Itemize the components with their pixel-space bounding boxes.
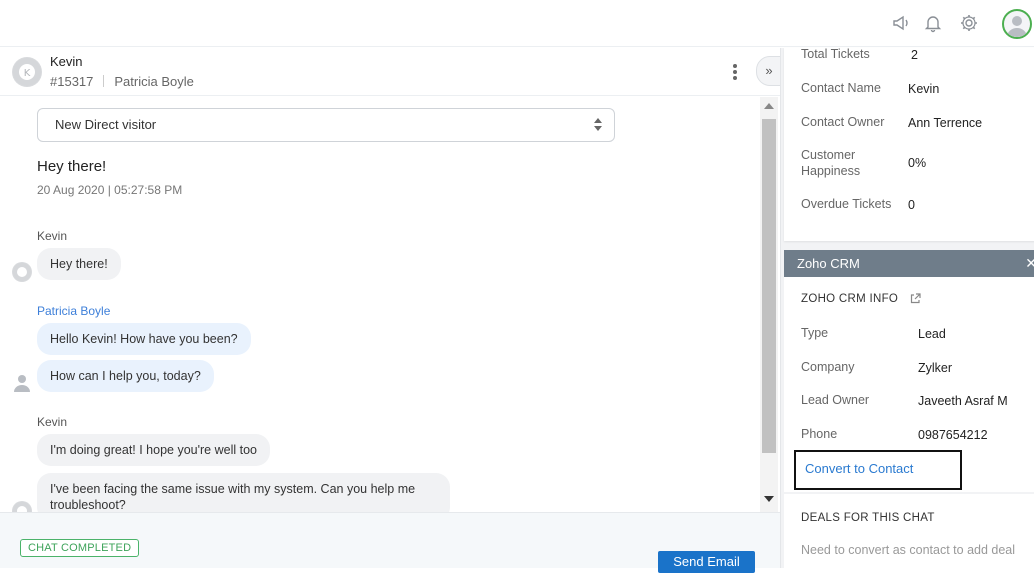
user-silhouette-icon bbox=[1007, 16, 1027, 37]
bell-icon[interactable] bbox=[923, 13, 943, 33]
field-label: Contact Name bbox=[801, 81, 881, 95]
visitor-mini-avatar bbox=[12, 501, 32, 512]
deals-card: DEALS FOR THIS CHAT Need to convert as c… bbox=[784, 494, 1034, 568]
scroll-up-arrow-icon[interactable] bbox=[764, 103, 774, 109]
crm-info-card: ZOHO CRM INFO Type Lead Company Zylker L… bbox=[784, 277, 1034, 492]
visitor-logo-icon: K bbox=[13, 58, 41, 86]
select-arrows-icon bbox=[594, 118, 602, 132]
assigned-agent: Patricia Boyle bbox=[114, 74, 194, 89]
message-bubble: Hello Kevin! How have you been? bbox=[37, 323, 251, 355]
field-value: 0% bbox=[908, 156, 927, 170]
contact-info-card: Total Tickets 2 Contact Name Kevin Conta… bbox=[784, 47, 1034, 241]
field-label: Overdue Tickets bbox=[801, 197, 892, 211]
convert-to-contact-link[interactable]: Convert to Contact bbox=[794, 450, 962, 490]
crm-info-title-text: ZOHO CRM INFO bbox=[801, 293, 899, 305]
chat-scrollbar[interactable] bbox=[760, 97, 778, 512]
scroll-thumb[interactable] bbox=[762, 119, 776, 453]
send-email-button[interactable]: Send Email bbox=[658, 551, 755, 573]
user-avatar[interactable] bbox=[1002, 9, 1032, 39]
visitor-type-select[interactable]: New Direct visitor bbox=[37, 108, 615, 142]
field-value: Kevin bbox=[908, 82, 940, 96]
field-label: Type bbox=[801, 326, 829, 340]
field-label: Company bbox=[801, 360, 855, 374]
deals-hint: Need to convert as contact to add deal bbox=[801, 543, 1016, 557]
message-bubble: How can I help you, today? bbox=[37, 360, 214, 392]
field-label: Phone bbox=[801, 427, 838, 441]
svg-text:K: K bbox=[24, 68, 31, 79]
scroll-down-arrow-icon[interactable] bbox=[764, 496, 774, 502]
chat-header: K Kevin #15317 Patricia Boyle bbox=[0, 48, 780, 96]
visitor-logo-icon bbox=[13, 263, 31, 281]
crm-header-title: Zoho CRM bbox=[797, 256, 860, 271]
message-bubble: I'm doing great! I hope you're well too bbox=[37, 434, 270, 466]
top-bar bbox=[0, 0, 1034, 47]
external-link-icon[interactable] bbox=[910, 293, 921, 304]
field-value: Javeeth Asraf M bbox=[918, 394, 1008, 408]
crm-info-title: ZOHO CRM INFO bbox=[801, 293, 921, 305]
field-label: Customer Happiness bbox=[801, 148, 861, 178]
field-value: Ann Terrence bbox=[908, 116, 983, 130]
close-icon[interactable]: ✕ bbox=[1025, 250, 1034, 277]
field-value: 2 bbox=[911, 48, 918, 62]
more-options-icon[interactable] bbox=[730, 62, 740, 82]
visitor-logo-icon bbox=[13, 502, 31, 512]
field-value: Lead bbox=[918, 327, 946, 341]
divider bbox=[103, 75, 105, 87]
field-label: Contact Owner bbox=[801, 115, 885, 129]
visitor-type-value: New Direct visitor bbox=[55, 117, 157, 132]
field-label: Total Tickets bbox=[801, 47, 870, 61]
message-sender: Kevin bbox=[37, 229, 68, 243]
right-info-panel: Total Tickets 2 Contact Name Kevin Conta… bbox=[780, 47, 1034, 568]
message-sender: Kevin bbox=[37, 415, 68, 429]
chat-status-badge: CHAT COMPLETED bbox=[20, 539, 140, 557]
field-value: 0 bbox=[908, 198, 915, 212]
chat-footer: CHAT COMPLETED Send Email bbox=[0, 512, 780, 573]
field-value: 0987654212 bbox=[918, 428, 988, 442]
announcement-icon[interactable] bbox=[891, 13, 911, 33]
ticket-id[interactable]: #15317 bbox=[50, 74, 93, 89]
visitor-mini-avatar bbox=[12, 262, 32, 282]
deals-title: DEALS FOR THIS CHAT bbox=[801, 512, 935, 524]
message-bubble: I've been facing the same issue with my … bbox=[37, 473, 450, 512]
chat-greeting: Hey there! bbox=[37, 158, 107, 175]
chat-timestamp: 20 Aug 2020 | 05:27:58 PM bbox=[37, 183, 183, 197]
visitor-avatar: K bbox=[12, 57, 42, 87]
message-sender: Patricia Boyle bbox=[37, 304, 111, 318]
field-value: Zylker bbox=[918, 361, 953, 375]
visitor-name: Kevin bbox=[50, 54, 83, 69]
field-label: Lead Owner bbox=[801, 393, 870, 407]
expand-panel-button[interactable]: » bbox=[756, 56, 782, 86]
ticket-info: #15317 Patricia Boyle bbox=[50, 74, 194, 89]
agent-mini-avatar bbox=[12, 372, 32, 392]
user-silhouette-icon bbox=[14, 375, 30, 392]
message-bubble: Hey there! bbox=[37, 248, 121, 280]
crm-section-header[interactable]: Zoho CRM ✕ bbox=[784, 250, 1034, 277]
chat-transcript: New Direct visitor Hey there! 20 Aug 202… bbox=[0, 97, 760, 512]
gear-icon[interactable] bbox=[959, 13, 979, 33]
